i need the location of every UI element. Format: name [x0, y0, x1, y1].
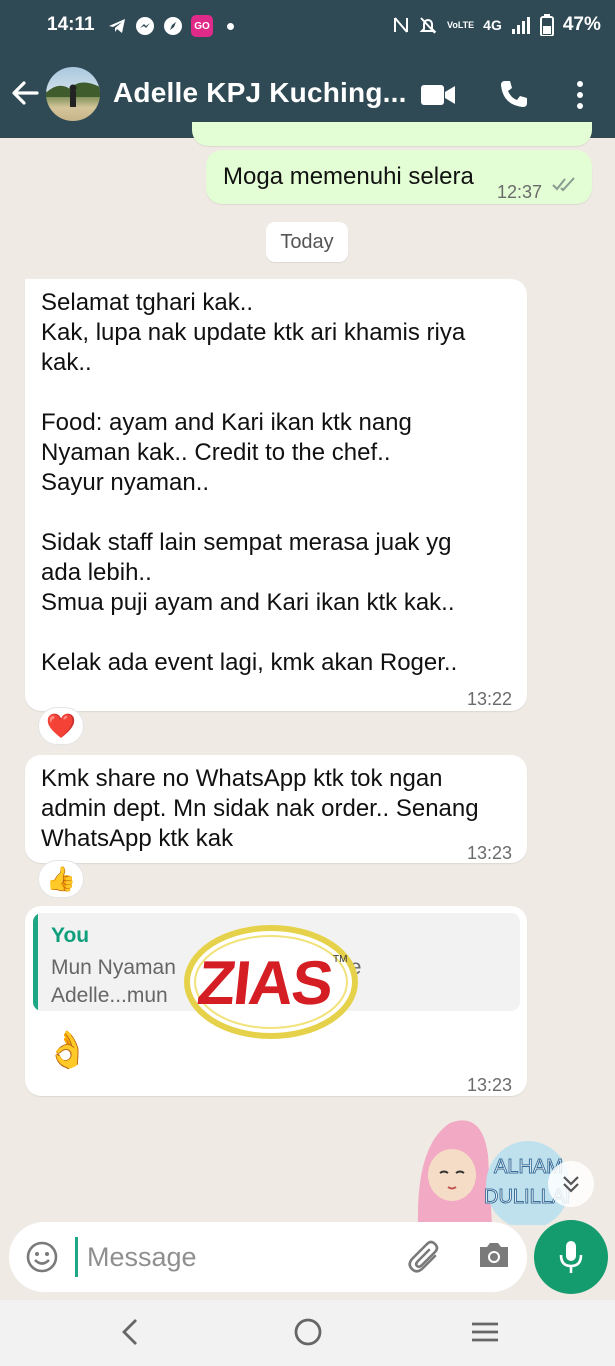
volte-icon: VoLTE [447, 19, 475, 30]
message-line: Sidak staff lain sempat merasa juak yg [41, 529, 452, 556]
nav-recents-icon[interactable] [470, 1316, 500, 1348]
message-line: Kak, lupa nak update ktk ari khamis riya [41, 319, 466, 346]
signal-icon [511, 17, 530, 34]
notification-dot-icon [227, 22, 234, 30]
message-bubble-previous [192, 122, 592, 146]
message-line: Kelak ada event lagi, kmk akan Roger.. [41, 649, 458, 676]
status-bar: 14:11 GO VoLTE 4G 47% [0, 0, 615, 52]
reply-emoji: 👌 [45, 1029, 90, 1070]
message-composer [9, 1222, 527, 1292]
reaction-thumbs-up[interactable]: 👍 [38, 860, 84, 898]
camera-icon[interactable] [477, 1240, 511, 1270]
message-line [41, 378, 521, 408]
sticker-alhamdulillah[interactable]: ALHAM DULILLAH [410, 1115, 580, 1229]
status-notification-icons: GO [107, 15, 234, 37]
svg-text:TM: TM [333, 954, 347, 965]
message-bubble-incoming[interactable]: Selamat tghari kak.. Kak, lupa nak updat… [25, 279, 527, 711]
message-line [41, 618, 521, 648]
double-chevron-down-icon [563, 1176, 579, 1193]
top-bar: 14:11 GO VoLTE 4G 47% Adelle KPJ Kuching… [0, 0, 615, 138]
status-system-icons: VoLTE 4G 47% [393, 14, 601, 36]
mute-icon [419, 17, 437, 34]
contact-name[interactable]: Adelle KPJ Kuching... [113, 77, 407, 109]
quote-author: You [51, 924, 90, 947]
message-time: 13:23 [467, 1075, 513, 1095]
emoji-icon[interactable] [25, 1240, 59, 1274]
message-line [41, 498, 521, 528]
text-cursor [75, 1237, 78, 1277]
message-time: 12:37 [497, 182, 543, 202]
zias-watermark-logo: ZIAS TM [183, 922, 361, 1042]
message-line: WhatsApp ktk kak [41, 825, 234, 852]
telegram-icon [109, 19, 125, 33]
date-divider: Today [266, 222, 348, 262]
nfc-icon [394, 17, 408, 33]
voice-call-icon[interactable] [499, 79, 529, 109]
voice-message-button[interactable] [534, 1220, 608, 1294]
compass-icon [164, 17, 182, 35]
battery-percent: 47% [562, 14, 601, 35]
system-navigation-bar [0, 1300, 615, 1366]
more-options-icon[interactable] [571, 80, 589, 110]
status-time: 14:11 [47, 14, 95, 35]
message-line: Kmk share no WhatsApp ktk tok ngan [41, 765, 443, 792]
back-arrow-icon[interactable] [10, 78, 40, 108]
video-call-icon[interactable] [420, 82, 456, 108]
contact-avatar[interactable] [46, 67, 100, 121]
nav-back-icon[interactable] [118, 1316, 142, 1348]
message-line: admin dept. Mn sidak nak order.. Senang [41, 795, 479, 822]
message-time: 13:22 [467, 689, 513, 709]
message-line: Sayur nyaman.. [41, 469, 210, 496]
message-text: Selamat tghari kak.. Kak, lupa nak updat… [41, 288, 521, 678]
messenger-icon [136, 17, 154, 35]
message-text: Kmk share no WhatsApp ktk tok ngan admin… [41, 764, 521, 854]
message-line: Food: ayam and Kari ikan ktk nang [41, 409, 412, 436]
nav-home-icon[interactable] [292, 1316, 324, 1348]
go-app-icon: GO [191, 15, 213, 37]
scroll-to-bottom-button[interactable] [548, 1161, 594, 1207]
svg-text:ZIAS: ZIAS [194, 949, 335, 1018]
message-line: kak.. [41, 349, 92, 376]
avatar-photo [46, 82, 100, 107]
attach-icon[interactable] [407, 1238, 443, 1276]
message-line: ada lebih.. [41, 559, 152, 586]
network-type: 4G [483, 17, 502, 33]
message-line: Selamat tghari kak.. [41, 289, 254, 316]
quote-accent-bar [33, 913, 38, 1011]
microphone-icon [559, 1241, 583, 1273]
reaction-heart[interactable]: ❤️ [38, 707, 84, 745]
message-time: 13:23 [467, 843, 513, 863]
message-bubble-incoming[interactable]: Kmk share no WhatsApp ktk tok ngan admin… [25, 755, 527, 863]
message-text: Moga memenuhi selera [223, 163, 474, 190]
message-line: Nyaman kak.. Credit to the chef.. [41, 439, 391, 466]
message-line: Smua puji ayam and Kari ikan ktk kak.. [41, 589, 455, 616]
double-check-icon [552, 177, 575, 192]
battery-icon [539, 14, 554, 36]
message-bubble-outgoing[interactable]: Moga memenuhi selera 12:37 [206, 150, 592, 204]
message-input[interactable] [87, 1239, 387, 1275]
